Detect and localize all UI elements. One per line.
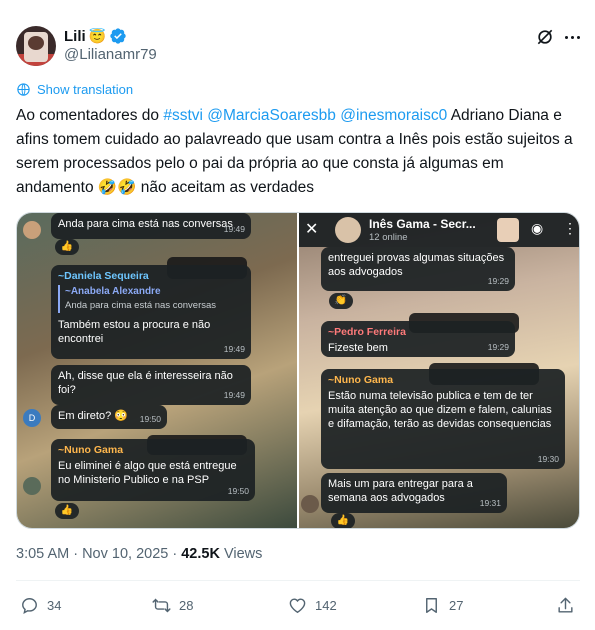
chat-message-time: 19:50	[227, 486, 249, 496]
like-count: 142	[315, 598, 337, 613]
chat-message: ~Daniela Sequeira ~Anabela Alexandre And…	[51, 265, 251, 359]
show-translation-link[interactable]: Show translation	[16, 82, 133, 97]
repost-button[interactable]: 28	[152, 596, 193, 615]
hashtag-link[interactable]: #sstvi	[163, 107, 203, 124]
media-image-left[interactable]: Anda para cima está nas conversas 19:49 …	[17, 213, 297, 528]
chat-message-text: Mais um para entregar para a semana aos …	[328, 478, 473, 504]
more-icon: ⋮	[563, 220, 577, 236]
header-avatar	[497, 218, 519, 242]
views-count: 42.5K	[181, 546, 220, 562]
reaction-emoji: 👍	[55, 503, 79, 519]
media-grid[interactable]: Anda para cima está nas conversas 19:49 …	[16, 212, 580, 529]
chat-sender: ~Nuno Gama	[328, 374, 394, 386]
chat-message: Ah, disse que ela é interesseira não foi…	[51, 365, 251, 405]
chat-avatar	[23, 221, 41, 239]
reaction-emoji: 👍	[55, 239, 79, 255]
display-name[interactable]: Lili	[64, 28, 86, 45]
chat-avatar: D	[23, 409, 41, 427]
reply-icon	[22, 598, 37, 614]
heart-icon	[289, 598, 306, 614]
share-button[interactable]	[556, 596, 575, 615]
chat-sender: ~Nuno Gama	[58, 444, 124, 456]
reply-count: 34	[47, 598, 62, 613]
bookmark-icon	[426, 598, 437, 613]
show-translation-label: Show translation	[37, 82, 134, 97]
mention-link[interactable]: @MarciaSoaresbb	[207, 107, 336, 124]
author-name-row: Lili 😇	[64, 26, 127, 46]
chat-message-time: 19:49	[223, 344, 245, 354]
chat-header: ✕ Inês Gama - Secr... 12 online ◉ ⋮	[299, 213, 579, 247]
action-bar: 34 28 142 27	[16, 596, 582, 618]
quoted-message: ~Anabela Alexandre Anda para cima está n…	[58, 285, 244, 313]
tweet-meta: 3:05 AM · Nov 10, 2025 · 42.5K Views	[16, 546, 262, 562]
translate-icon	[17, 83, 30, 96]
share-icon	[558, 597, 573, 613]
chat-avatar	[23, 477, 41, 495]
chat-message: ~Nuno Gama Eu eliminei é algo que está e…	[51, 439, 255, 501]
more-options-icon[interactable]	[562, 27, 582, 47]
views-label: Views	[219, 546, 263, 562]
chat-message-text: Ah, disse que ela é interesseira não foi…	[58, 370, 233, 396]
chat-message: ~Pedro Ferreira Fizeste bem 19:29	[321, 321, 515, 357]
chat-message-text: entreguei provas algumas situações aos a…	[328, 252, 505, 278]
chat-message-time: 19:50	[139, 414, 161, 424]
user-handle[interactable]: @Lilianamr79	[64, 46, 157, 63]
chat-title: Inês Gama - Secr...	[369, 217, 476, 231]
chat-message-text: Eu eliminei é algo que está entregue no …	[58, 460, 237, 486]
mention-link[interactable]: @inesmoraisc0	[340, 107, 447, 124]
chat-message-time: 19:29	[487, 342, 509, 352]
chat-avatar	[301, 495, 319, 513]
reaction-emoji: 👍	[331, 513, 355, 528]
tweet-timestamp[interactable]: 3:05 AM · Nov 10, 2025 ·	[16, 546, 181, 562]
chat-sender: ~Pedro Ferreira	[328, 326, 406, 338]
reply-button[interactable]: 34	[20, 596, 61, 615]
chat-message-text: Anda para cima está nas conversas	[58, 218, 233, 230]
chat-message-time: 19:49	[223, 224, 245, 234]
bookmark-button[interactable]: 27	[422, 596, 463, 615]
grok-icon[interactable]	[535, 27, 555, 47]
chat-message: Anda para cima está nas conversas 19:49	[51, 213, 251, 239]
chat-message: entreguei provas algumas situações aos a…	[321, 247, 515, 291]
chat-message-text: Estão numa televisão publica e tem de te…	[328, 390, 552, 430]
repost-count: 28	[179, 598, 194, 613]
chat-subtitle: 12 online	[369, 232, 408, 243]
chat-message: ~Nuno Gama Estão numa televisão publica …	[321, 369, 565, 469]
verified-badge-icon[interactable]	[109, 27, 127, 45]
group-avatar	[335, 217, 361, 243]
chat-message-time: 19:30	[537, 454, 559, 464]
repost-icon	[152, 598, 171, 613]
chat-message-text: Fizeste bem	[328, 342, 388, 354]
chat-message-time: 19:29	[487, 276, 509, 286]
like-button[interactable]: 142	[288, 596, 337, 615]
tweet-text: Ao comentadores do #sstvi @MarciaSoaresb…	[16, 104, 582, 200]
chat-message-time: 19:31	[479, 498, 501, 508]
chat-message: Mais um para entregar para a semana aos …	[321, 473, 507, 513]
tweet: Lili 😇 @Lilianamr79 Show translation Ao …	[0, 0, 595, 630]
tweet-text-part1: Ao comentadores do	[16, 107, 164, 124]
reaction-emoji: 👏	[329, 293, 353, 309]
chat-message-time: 19:49	[223, 390, 245, 400]
media-image-right[interactable]: ✕ Inês Gama - Secr... 12 online ◉ ⋮ entr…	[299, 213, 579, 528]
quoted-sender: ~Anabela Alexandre	[65, 286, 161, 297]
divider	[16, 580, 580, 581]
halo-emoji: 😇	[88, 27, 107, 44]
back-icon: ✕	[305, 221, 319, 238]
chat-message: Em direto? 😳 19:50	[51, 405, 167, 429]
bookmark-count: 27	[449, 598, 464, 613]
call-icon: ◉	[531, 220, 544, 236]
avatar[interactable]	[16, 26, 56, 66]
chat-message-text: Também estou a procura e não encontrei	[58, 319, 211, 345]
quoted-text: Anda para cima está nas conversas	[65, 300, 217, 311]
chat-sender: ~Daniela Sequeira	[58, 270, 149, 282]
